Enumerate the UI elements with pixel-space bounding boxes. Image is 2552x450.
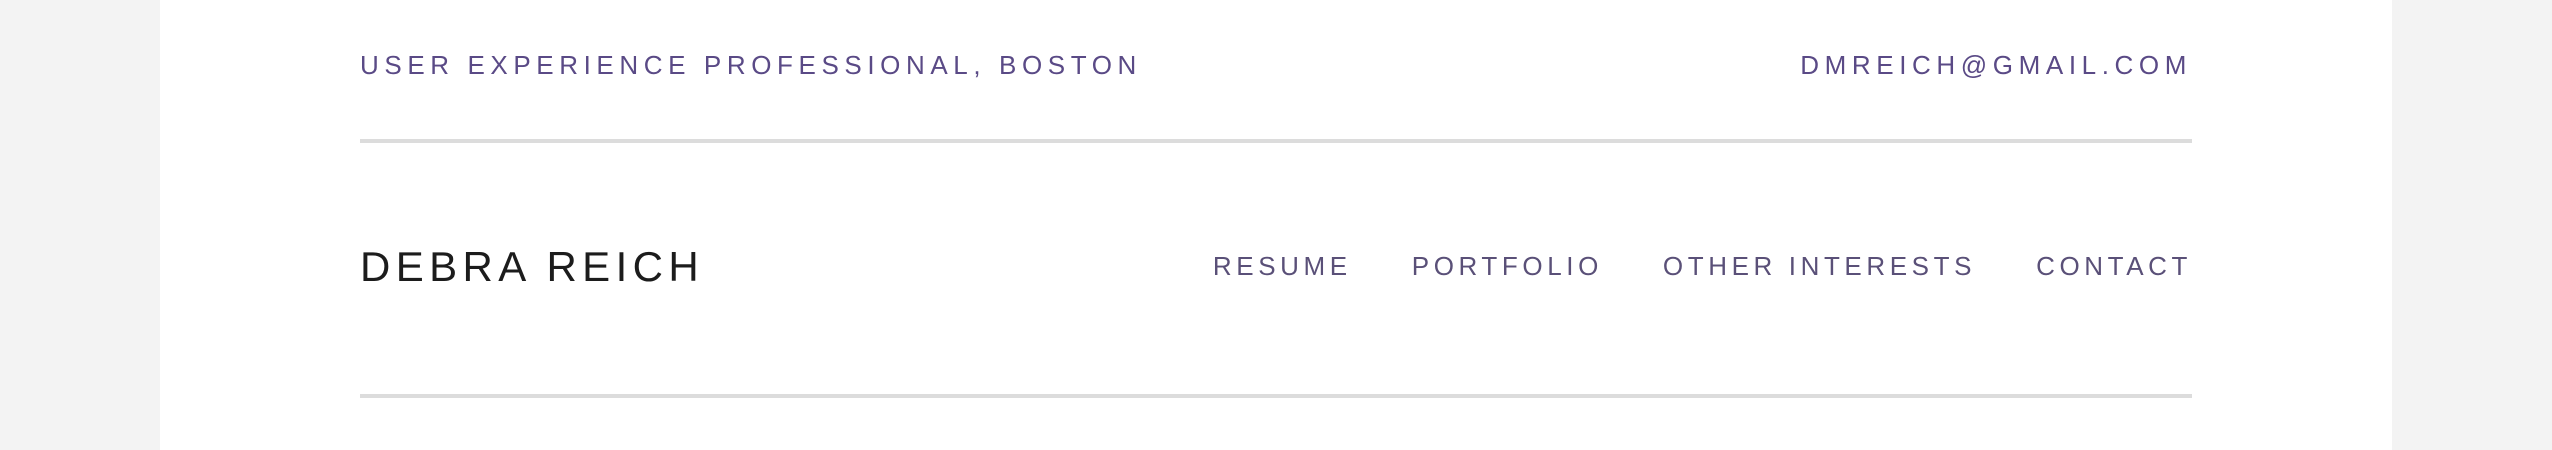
page-container: USER EXPERIENCE PROFESSIONAL, BOSTON DMR…	[160, 0, 2392, 450]
tagline: USER EXPERIENCE PROFESSIONAL, BOSTON	[360, 50, 1142, 80]
nav-item-portfolio[interactable]: PORTFOLIO	[1412, 250, 1603, 282]
top-divider	[360, 139, 2192, 143]
main-nav: RESUME PORTFOLIO OTHER INTERESTS CONTACT	[1213, 250, 2192, 282]
content-wrapper: USER EXPERIENCE PROFESSIONAL, BOSTON DMR…	[360, 0, 2192, 450]
site-title[interactable]: DEBRA REICH	[360, 242, 704, 292]
nav-item-contact[interactable]: CONTACT	[2036, 250, 2192, 282]
top-info-bar: USER EXPERIENCE PROFESSIONAL, BOSTON DMR…	[360, 0, 2192, 130]
nav-item-resume[interactable]: RESUME	[1213, 250, 1352, 282]
nav-item-other-interests[interactable]: OTHER INTERESTS	[1663, 250, 1976, 282]
email-link[interactable]: DMREICH@GMAIL.COM	[1800, 49, 2192, 81]
bottom-divider	[360, 394, 2192, 398]
